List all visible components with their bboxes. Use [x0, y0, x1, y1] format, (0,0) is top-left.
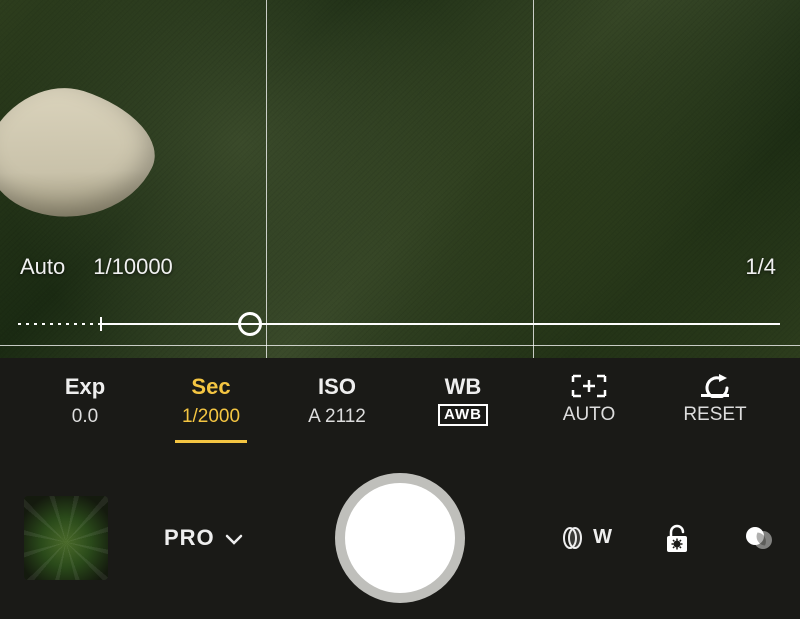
metering-icon — [569, 374, 609, 398]
lens-icon — [561, 525, 587, 551]
slider-thumb[interactable] — [238, 312, 262, 336]
setting-value: A 2112 — [308, 406, 366, 428]
settings-lock-button[interactable] — [660, 521, 694, 555]
gallery-thumbnail[interactable] — [24, 496, 108, 580]
pro-settings-row: Exp 0.0 Sec 1/2000 ISO A 2112 WB AWB AUT… — [0, 366, 800, 456]
setting-value: 0.0 — [72, 406, 98, 428]
grid-line-horizontal — [0, 345, 800, 346]
setting-reset[interactable]: RESET — [652, 374, 778, 426]
setting-label: ISO — [318, 374, 356, 400]
shutter-speed-slider[interactable] — [18, 314, 780, 334]
slider-slow-label: 1/4 — [745, 254, 776, 280]
filters-button[interactable] — [742, 521, 776, 555]
setting-white-balance[interactable]: WB AWB — [400, 374, 526, 426]
mode-selector[interactable]: PRO — [164, 525, 243, 551]
reset-icon — [697, 374, 733, 398]
viewfinder-background-highlight — [0, 71, 175, 238]
filters-icon — [743, 522, 775, 554]
bottom-control-bar: PRO W — [0, 456, 800, 619]
grid-line-vertical — [533, 0, 534, 358]
shutter-slider-labels: Auto 1/10000 1/4 — [20, 254, 776, 280]
slider-fast-label: 1/10000 — [93, 254, 173, 280]
setting-label: Exp — [65, 374, 105, 400]
setting-shutter-sec[interactable]: Sec 1/2000 — [148, 374, 274, 443]
setting-value: RESET — [683, 404, 746, 426]
shutter-button[interactable] — [345, 483, 455, 593]
camera-viewfinder[interactable]: Auto 1/10000 1/4 — [0, 0, 800, 358]
slider-auto-label: Auto — [20, 254, 65, 280]
shutter-button-wrap — [345, 483, 455, 593]
lens-toggle[interactable]: W — [561, 525, 612, 551]
setting-exposure[interactable]: Exp 0.0 — [22, 374, 148, 428]
setting-iso[interactable]: ISO A 2112 — [274, 374, 400, 428]
setting-label: Sec — [191, 374, 230, 400]
lens-label: W — [593, 526, 612, 549]
setting-value: 1/2000 — [182, 406, 240, 428]
setting-metering[interactable]: AUTO — [526, 374, 652, 426]
slider-dotted-segment — [18, 323, 100, 325]
slider-solid-segment — [102, 323, 780, 325]
grid-line-vertical — [266, 0, 267, 358]
unlock-gear-icon — [662, 522, 692, 554]
setting-label: WB — [445, 374, 482, 400]
mode-label: PRO — [164, 525, 215, 551]
chevron-down-icon — [225, 534, 243, 546]
awb-badge: AWB — [438, 404, 488, 426]
setting-value: AUTO — [563, 404, 615, 426]
